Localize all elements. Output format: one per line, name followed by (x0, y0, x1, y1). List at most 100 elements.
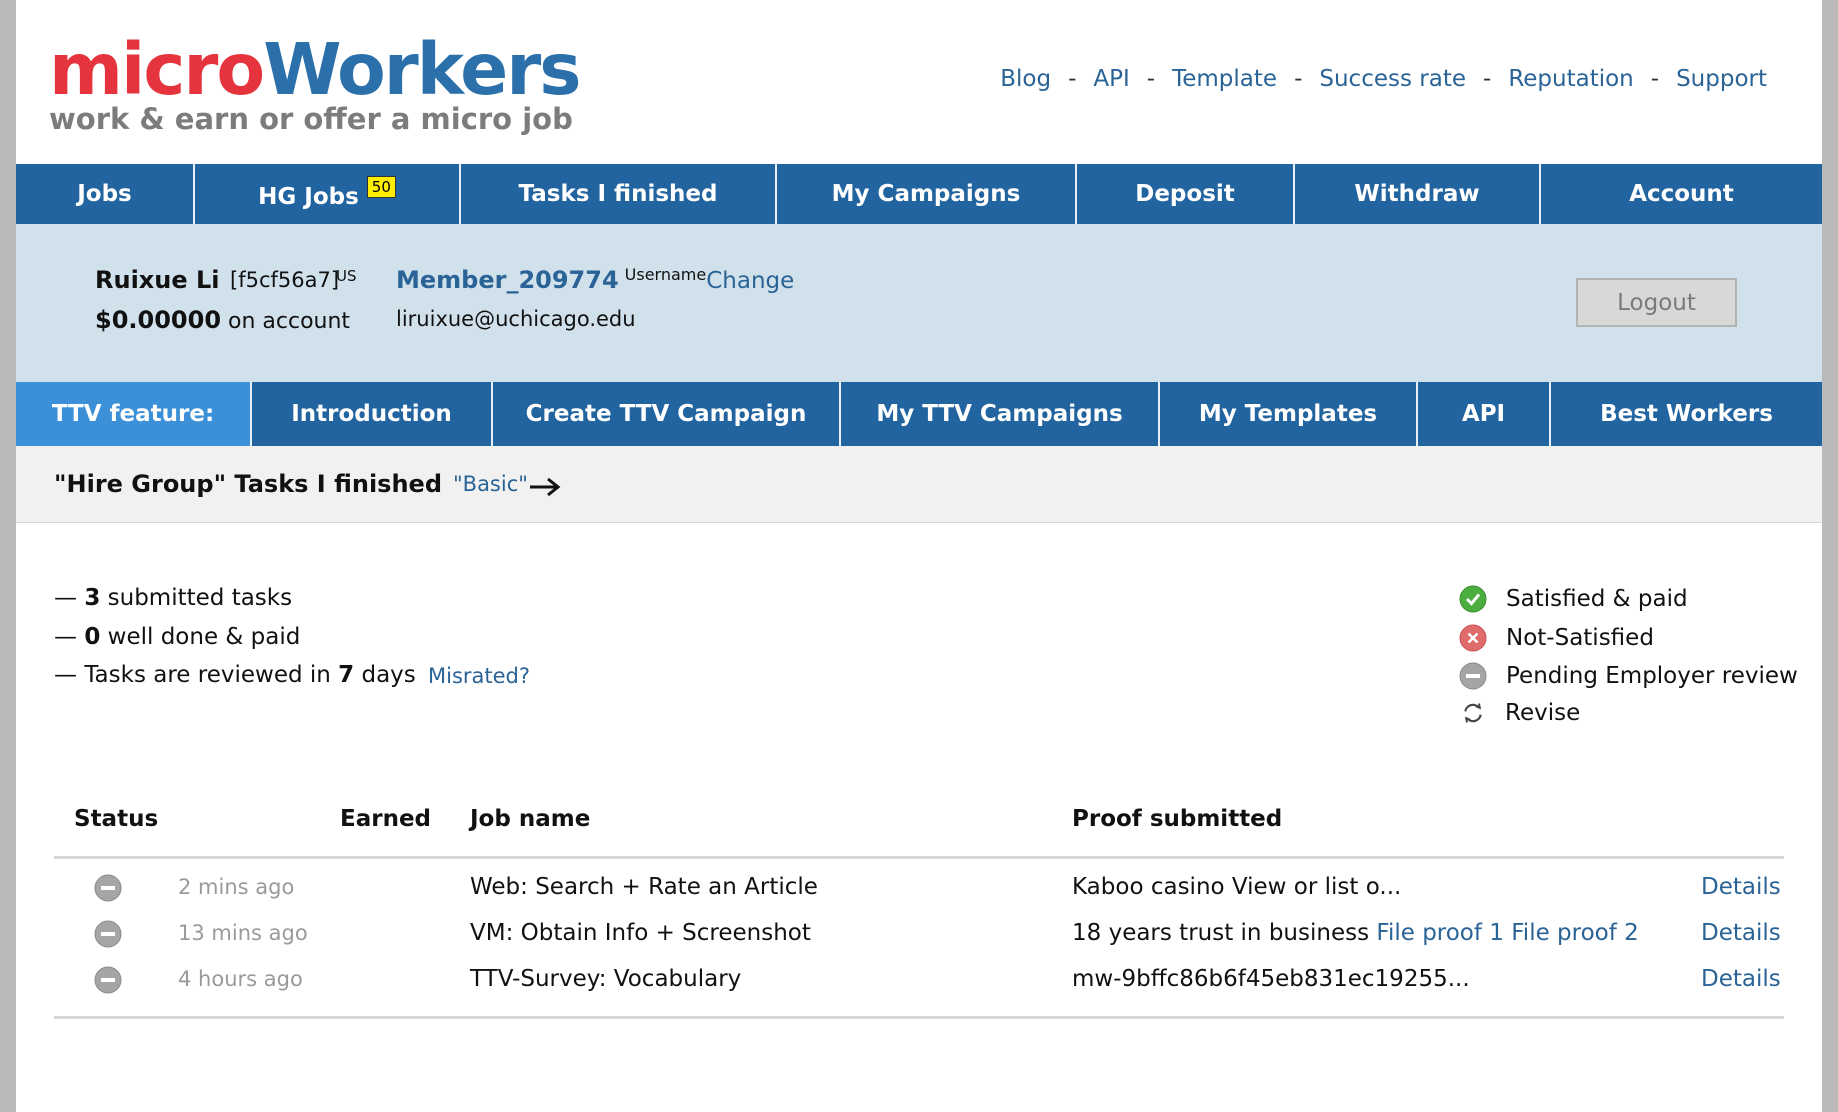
nav-deposit[interactable]: Deposit (1077, 164, 1295, 224)
separator: - (1483, 66, 1492, 92)
task-job-name: VM: Obtain Info + Screenshot (470, 920, 811, 946)
legend-label: Pending Employer review (1506, 663, 1798, 689)
legend-not-satisfied: Not-Satisfied (1459, 624, 1654, 652)
user-id: [f5cf56a7] (230, 268, 340, 292)
logout-button[interactable]: Logout (1576, 278, 1737, 327)
stat-paid: — 0 well done & paid (54, 624, 300, 650)
separator: - (1650, 66, 1660, 92)
user-country: US (336, 267, 357, 285)
hg-jobs-badge: 50 (366, 176, 396, 198)
ttv-tab-label: My TTV Campaigns (876, 401, 1123, 427)
nav-jobs[interactable]: Jobs (16, 164, 195, 224)
table-row: 13 mins ago VM: Obtain Info + Screenshot… (54, 912, 1784, 958)
username-label: Username (624, 265, 707, 284)
details-link[interactable]: Details (1701, 874, 1781, 900)
top-link-support[interactable]: Support (1676, 66, 1767, 92)
nav-label: My Campaigns (831, 181, 1021, 207)
stat-submitted: — 3 submitted tasks (54, 585, 292, 611)
user-panel: Ruixue Li [f5cf56a7] US $0.00000 on acco… (16, 224, 1822, 382)
stat-review: — Tasks are reviewed in 7 days (54, 662, 416, 688)
user-email: liruixue@uchicago.edu (396, 307, 636, 331)
page-title: "Hire Group" Tasks I finished (54, 470, 443, 498)
balance-suffix: on account (228, 309, 351, 334)
basic-link[interactable]: "Basic" (453, 472, 528, 496)
revise-icon (1464, 703, 1482, 723)
ttv-tab-label: API (1461, 401, 1506, 427)
logo-micro: micro (49, 28, 265, 111)
ttv-nav: TTV feature: Introduction Create TTV Cam… (16, 382, 1822, 446)
legend-pending: Pending Employer review (1459, 662, 1798, 690)
ttv-tab-introduction[interactable]: Introduction (252, 382, 493, 446)
arrow-right-icon[interactable] (529, 477, 561, 497)
paid-count: 0 (84, 624, 101, 650)
file-proof-2-link[interactable]: File proof 2 (1511, 920, 1639, 946)
submitted-text: submitted tasks (107, 585, 293, 611)
ttv-tab-my-campaigns[interactable]: My TTV Campaigns (841, 382, 1160, 446)
table-divider (54, 1016, 1784, 1019)
page: microWorkers work & earn or offer a micr… (16, 0, 1822, 1112)
details-link[interactable]: Details (1701, 920, 1781, 946)
top-link-api[interactable]: API (1093, 66, 1129, 92)
account-balance: $0.00000 on account (95, 306, 350, 334)
review-days: 7 (338, 662, 355, 688)
nav-tasks-finished[interactable]: Tasks I finished (461, 164, 777, 224)
nav-withdraw[interactable]: Withdraw (1295, 164, 1541, 224)
nav-label: Deposit (1135, 181, 1235, 207)
legend-label: Revise (1505, 700, 1581, 726)
dash: — (54, 624, 77, 650)
pending-circle-icon (94, 920, 122, 948)
logo-title: microWorkers (49, 32, 582, 108)
nav-account[interactable]: Account (1541, 164, 1822, 224)
misrated-link[interactable]: Misrated? (428, 664, 530, 688)
top-links: Blog - API - Template - Success rate - R… (1000, 66, 1767, 92)
table-row: 2 mins ago Web: Search + Rate an Article… (54, 866, 1784, 912)
nav-label: Tasks I finished (518, 181, 718, 207)
ttv-tab-api[interactable]: API (1418, 382, 1551, 446)
sub-header: "Hire Group" Tasks I finished "Basic" (16, 446, 1822, 523)
pending-circle-icon (94, 966, 122, 994)
column-header-status: Status (74, 806, 159, 832)
table-divider (54, 856, 1784, 859)
change-username-link[interactable]: Change (706, 268, 794, 294)
nav-my-campaigns[interactable]: My Campaigns (777, 164, 1077, 224)
ttv-tab-label: My Templates (1198, 401, 1378, 427)
proof-text: 18 years trust in business (1072, 920, 1370, 946)
nav-label: HG Jobs (258, 184, 359, 210)
ttv-tab-my-templates[interactable]: My Templates (1160, 382, 1418, 446)
paid-text: well done & paid (107, 624, 301, 650)
legend-satisfied: Satisfied & paid (1459, 585, 1688, 613)
task-proof: Kaboo casino View or list o... (1072, 874, 1402, 900)
ttv-tab-label: Create TTV Campaign (525, 401, 807, 427)
logo-workers: Workers (263, 28, 581, 111)
top-link-blog[interactable]: Blog (1000, 66, 1051, 92)
ttv-tab-best-workers[interactable]: Best Workers (1551, 382, 1822, 446)
top-link-success-rate[interactable]: Success rate (1319, 66, 1466, 92)
separator: - (1068, 66, 1077, 92)
legend-label: Not-Satisfied (1506, 625, 1654, 651)
ttv-tab-create-campaign[interactable]: Create TTV Campaign (493, 382, 841, 446)
table-header: Status Earned Job name Proof submitted (54, 790, 1784, 850)
nav-label: Account (1629, 181, 1734, 207)
legend-revise: Revise (1459, 700, 1580, 726)
username: Member_209774 (396, 266, 619, 294)
table-body: 2 mins ago Web: Search + Rate an Article… (54, 866, 1784, 1006)
check-circle-icon (1459, 585, 1487, 613)
column-header-proof: Proof submitted (1072, 806, 1283, 832)
details-link[interactable]: Details (1701, 966, 1781, 992)
dash: — (54, 585, 77, 611)
top-link-template[interactable]: Template (1172, 66, 1277, 92)
dash: — (54, 662, 77, 688)
x-circle-icon (1459, 624, 1487, 652)
ttv-tab-label: Best Workers (1600, 401, 1773, 427)
submitted-count: 3 (84, 585, 101, 611)
nav-label: Withdraw (1354, 181, 1480, 207)
file-proof-1-link[interactable]: File proof 1 (1376, 920, 1504, 946)
top-link-reputation[interactable]: Reputation (1508, 66, 1633, 92)
nav-label: Jobs (77, 181, 132, 207)
table-row: 4 hours ago TTV-Survey: Vocabulary mw-9b… (54, 958, 1784, 1004)
nav-hg-jobs[interactable]: HG Jobs 50 (195, 164, 461, 224)
task-time: 2 mins ago (178, 875, 295, 899)
logo[interactable]: microWorkers work & earn or offer a micr… (49, 32, 582, 137)
task-time: 13 mins ago (178, 921, 308, 945)
column-header-earned: Earned (340, 806, 432, 832)
